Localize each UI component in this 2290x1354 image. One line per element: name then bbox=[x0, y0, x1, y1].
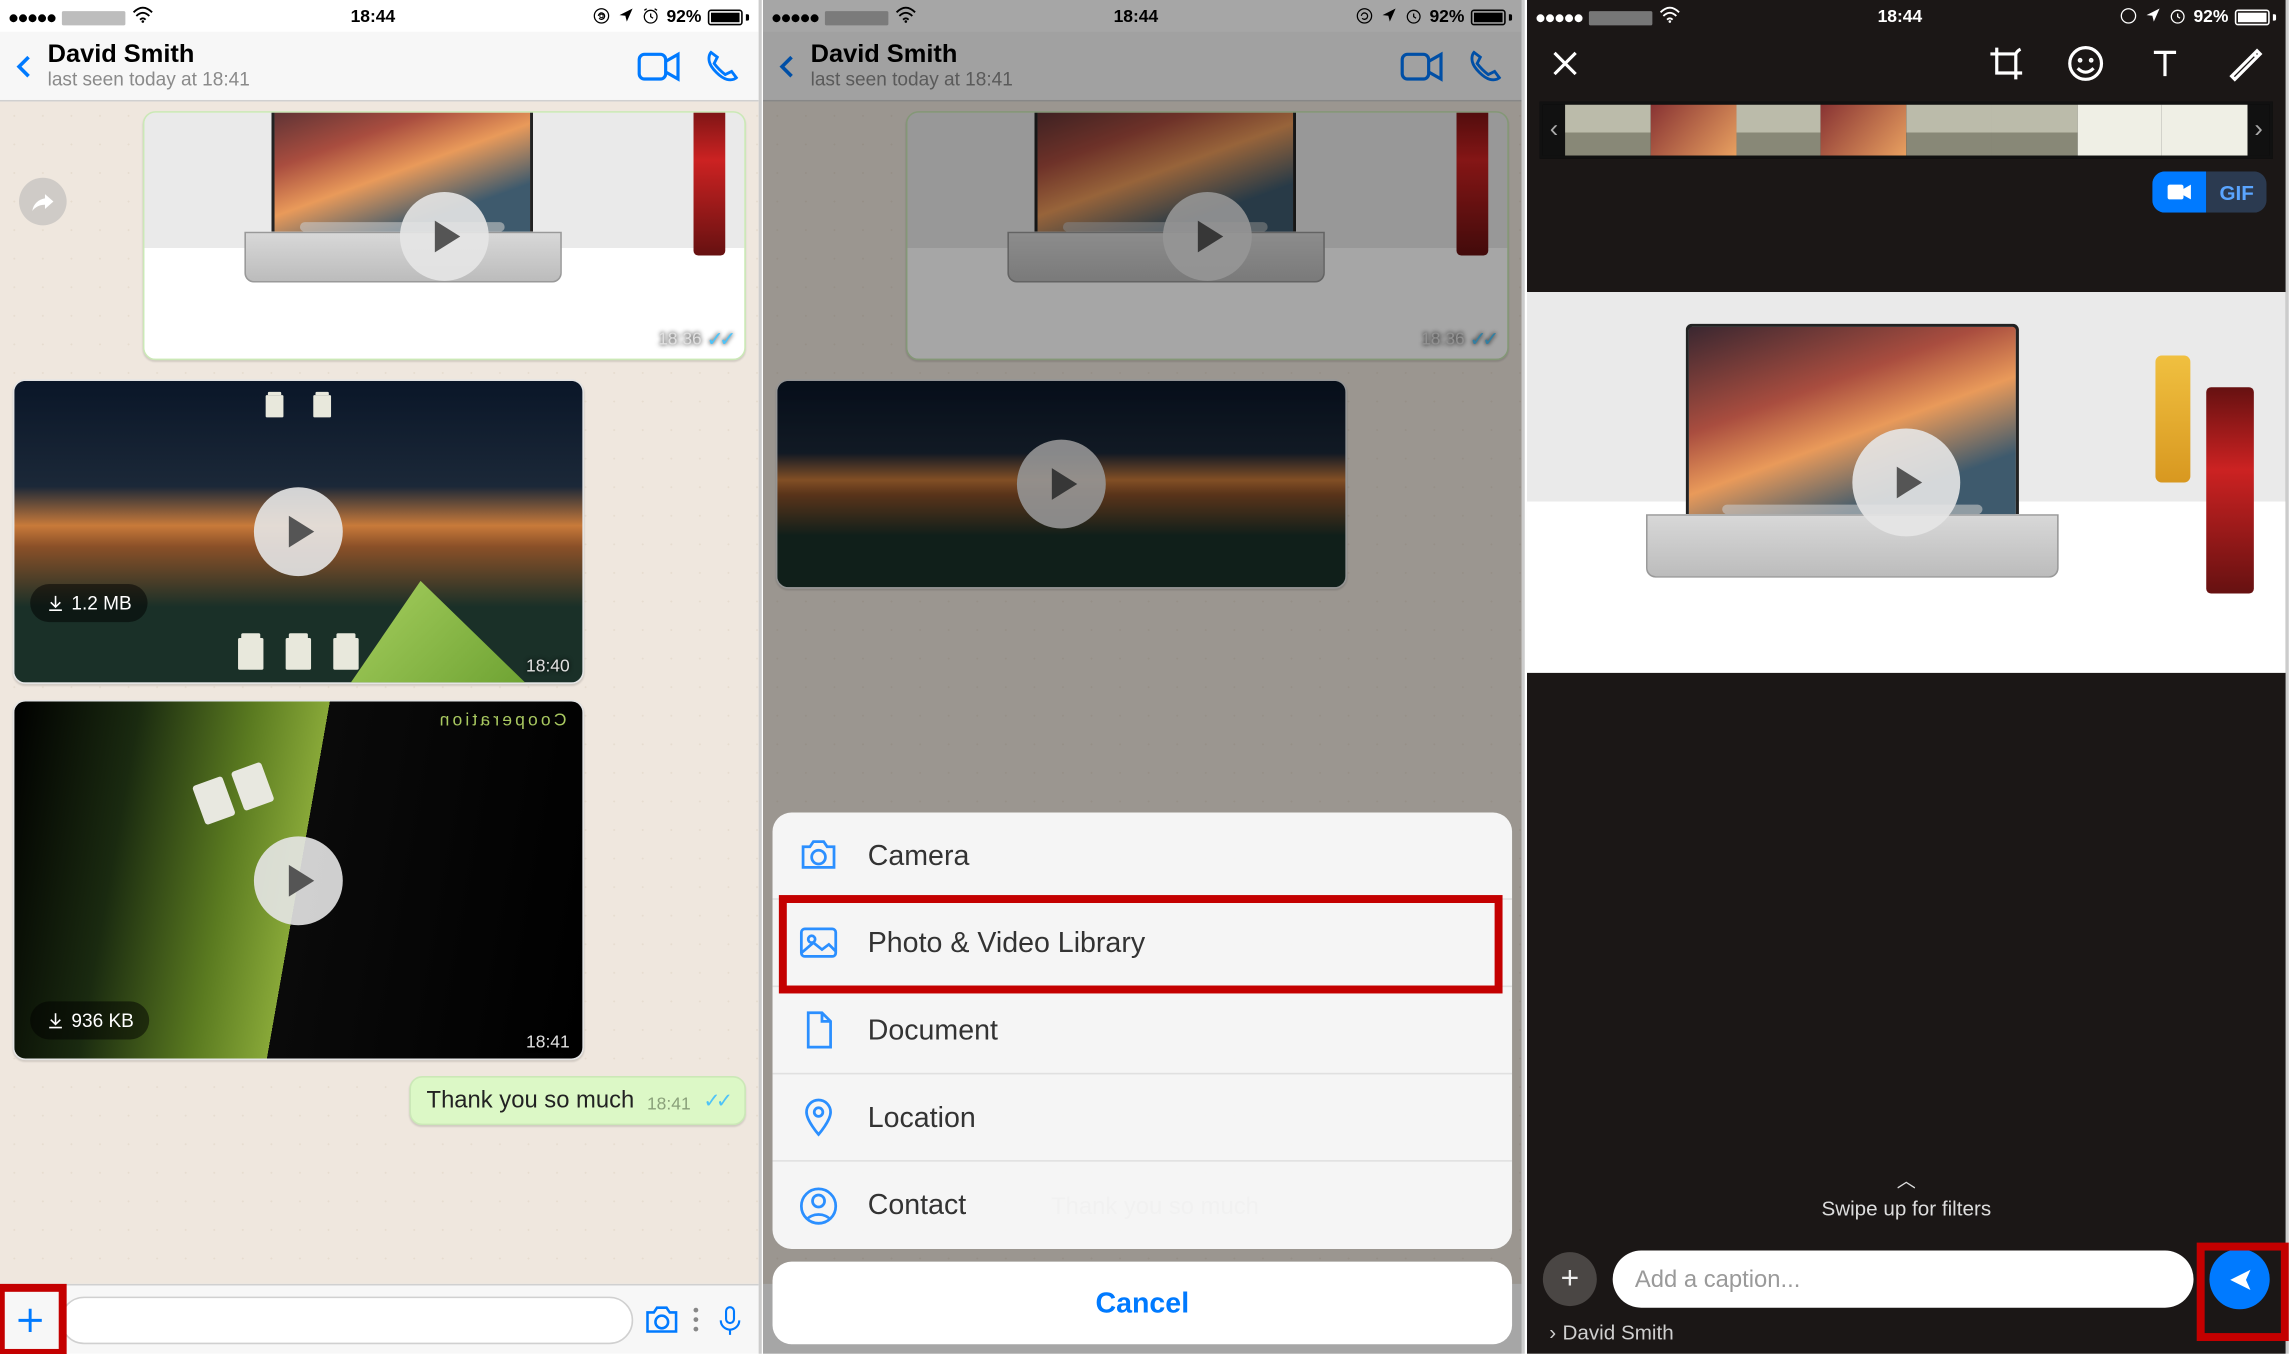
voice-call-button[interactable] bbox=[695, 44, 749, 88]
message-video-received[interactable]: 1.2 MB 18:40 bbox=[13, 379, 584, 684]
status-time: 18:44 bbox=[351, 8, 396, 27]
trim-handle-right[interactable]: › bbox=[2247, 105, 2269, 156]
sheet-location[interactable]: Location bbox=[773, 1074, 1513, 1161]
trim-handle-left[interactable]: ‹ bbox=[1542, 105, 1564, 156]
video-thumbnail[interactable]: 1.2 MB 18:40 bbox=[14, 381, 582, 683]
sheet-label: Document bbox=[868, 1013, 998, 1046]
draw-button[interactable] bbox=[2225, 44, 2263, 87]
message-text: Thank you so much bbox=[427, 1087, 635, 1114]
more-icon bbox=[690, 1308, 701, 1332]
chevron-right-icon: › bbox=[1549, 1320, 1556, 1344]
close-button[interactable] bbox=[1549, 47, 1581, 84]
video-trim-bar[interactable]: ‹ › bbox=[1539, 102, 2272, 159]
sheet-camera[interactable]: Camera bbox=[773, 813, 1513, 900]
chat-body[interactable]: 18:36 ✓✓ 1.2 MB 18:40 Cooperation bbox=[0, 102, 759, 1284]
video-call-button[interactable] bbox=[632, 44, 686, 88]
carrier-redacted bbox=[62, 10, 125, 24]
crop-button[interactable] bbox=[1987, 44, 2025, 87]
location-arrow-icon bbox=[617, 6, 634, 28]
battery-pct: 92% bbox=[666, 8, 701, 27]
chevron-up-icon: ︿ bbox=[1527, 1166, 2286, 1193]
attach-button[interactable] bbox=[6, 1296, 54, 1344]
sheet-document[interactable]: Document bbox=[773, 987, 1513, 1074]
message-input[interactable] bbox=[60, 1296, 633, 1344]
panel-attachment-sheet: 18:44 92% David Smith last seen today at… bbox=[763, 0, 1525, 1354]
play-icon[interactable] bbox=[254, 836, 343, 925]
sheet-photo-library[interactable]: Photo & Video Library bbox=[773, 900, 1513, 987]
send-button[interactable] bbox=[2209, 1249, 2269, 1309]
message-time: 18:41 bbox=[526, 1033, 570, 1052]
rotation-lock-icon bbox=[592, 6, 611, 30]
message-video-sent[interactable]: 18:36 ✓✓ bbox=[143, 111, 746, 360]
file-size: 1.2 MB bbox=[71, 592, 131, 614]
panel-chat: 18:44 92% David Smith last seen today at… bbox=[0, 0, 762, 1354]
sheet-label: Camera bbox=[868, 839, 970, 872]
recipient-label[interactable]: › David Smith bbox=[1549, 1320, 1673, 1344]
message-time: 18:36 bbox=[658, 330, 702, 349]
wifi-icon bbox=[132, 6, 154, 28]
sheet-label: Contact bbox=[868, 1189, 966, 1222]
sheet-label: Location bbox=[868, 1101, 976, 1134]
sheet-cancel[interactable]: Cancel bbox=[773, 1262, 1513, 1345]
video-preview[interactable] bbox=[1527, 292, 2286, 673]
attachment-sheet: Camera Photo & Video Library Document Lo… bbox=[773, 813, 1513, 1345]
emoji-button[interactable] bbox=[2066, 44, 2104, 87]
contact-info[interactable]: David Smith last seen today at 18:41 bbox=[48, 41, 622, 90]
file-size: 936 KB bbox=[71, 1009, 133, 1031]
sheet-label: Photo & Video Library bbox=[868, 926, 1145, 959]
toggle-video-icon[interactable] bbox=[2152, 171, 2206, 212]
read-ticks-icon: ✓✓ bbox=[703, 1089, 728, 1114]
video-gif-toggle[interactable]: GIF bbox=[2152, 171, 2266, 212]
play-icon[interactable] bbox=[1852, 428, 1960, 536]
toggle-gif[interactable]: GIF bbox=[2206, 171, 2266, 212]
text-button[interactable] bbox=[2146, 44, 2184, 87]
status-bar: 18:44 92% bbox=[0, 0, 759, 32]
video-thumbnail[interactable]: Cooperation 936 KB 18:41 bbox=[14, 701, 582, 1058]
swipe-up-hint[interactable]: ︿ Swipe up for filters bbox=[1527, 1166, 2286, 1220]
message-time: 18:41 bbox=[647, 1095, 691, 1114]
video-overlay-text: Cooperation bbox=[437, 711, 567, 730]
status-bar: 18:44 92% bbox=[1527, 0, 2286, 32]
forward-button[interactable] bbox=[19, 178, 67, 226]
panel-video-editor: 18:44 92% ‹ › GIF bbox=[1527, 0, 2289, 1354]
video-thumbnail[interactable]: 18:36 ✓✓ bbox=[144, 113, 744, 359]
editor-toolbar bbox=[1527, 32, 2286, 99]
input-bar bbox=[0, 1284, 759, 1354]
last-seen: last seen today at 18:41 bbox=[48, 69, 622, 90]
download-button[interactable]: 1.2 MB bbox=[30, 584, 147, 622]
contact-name: David Smith bbox=[48, 41, 622, 69]
battery-icon bbox=[708, 10, 749, 26]
caption-input[interactable]: Add a caption... bbox=[1612, 1251, 2193, 1308]
read-ticks-icon: ✓✓ bbox=[707, 327, 732, 352]
alarm-icon bbox=[641, 6, 660, 30]
message-time: 18:40 bbox=[526, 657, 570, 676]
sheet-contact[interactable]: Contact bbox=[773, 1162, 1513, 1249]
add-more-button[interactable]: + bbox=[1542, 1252, 1596, 1306]
chat-header: David Smith last seen today at 18:41 bbox=[0, 32, 759, 102]
play-icon[interactable] bbox=[400, 191, 489, 280]
play-icon[interactable] bbox=[254, 487, 343, 576]
camera-button[interactable] bbox=[640, 1297, 684, 1341]
message-text-sent[interactable]: Thank you so much 18:41 ✓✓ bbox=[409, 1076, 746, 1125]
caption-bar: + Add a caption... bbox=[1542, 1249, 2269, 1309]
back-button[interactable] bbox=[10, 52, 39, 81]
mic-button[interactable] bbox=[708, 1297, 752, 1341]
message-video-received[interactable]: Cooperation 936 KB 18:41 bbox=[13, 700, 584, 1060]
download-button[interactable]: 936 KB bbox=[30, 1001, 150, 1039]
